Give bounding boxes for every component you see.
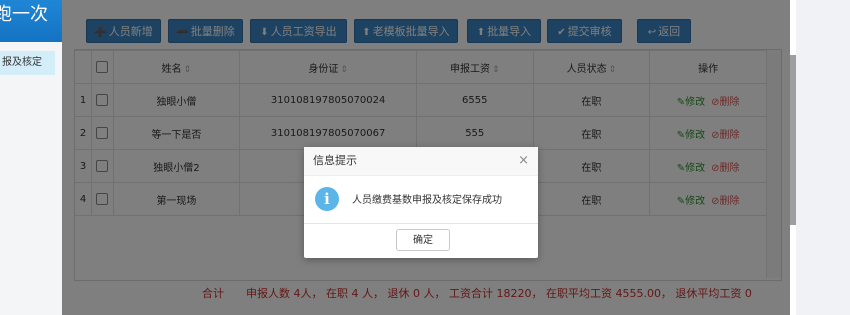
dialog-title: 信息提示 [313, 154, 357, 167]
close-icon[interactable]: × [518, 147, 529, 175]
dialog-message: 人员缴费基数申报及核定保存成功 [352, 195, 502, 206]
dialog-header: 信息提示 × [304, 147, 538, 176]
dialog-footer: 确定 [304, 223, 538, 251]
right-panel [796, 0, 850, 315]
info-icon: i [315, 187, 339, 211]
left-sidebar: 跑一次 报及核定 [0, 0, 62, 315]
info-dialog: 信息提示 × i 人员缴费基数申报及核定保存成功 确定 [304, 147, 538, 258]
sidebar-item-active[interactable]: 报及核定 [0, 51, 55, 75]
sidebar-title: 跑一次 [0, 0, 62, 42]
ok-button[interactable]: 确定 [396, 229, 450, 251]
